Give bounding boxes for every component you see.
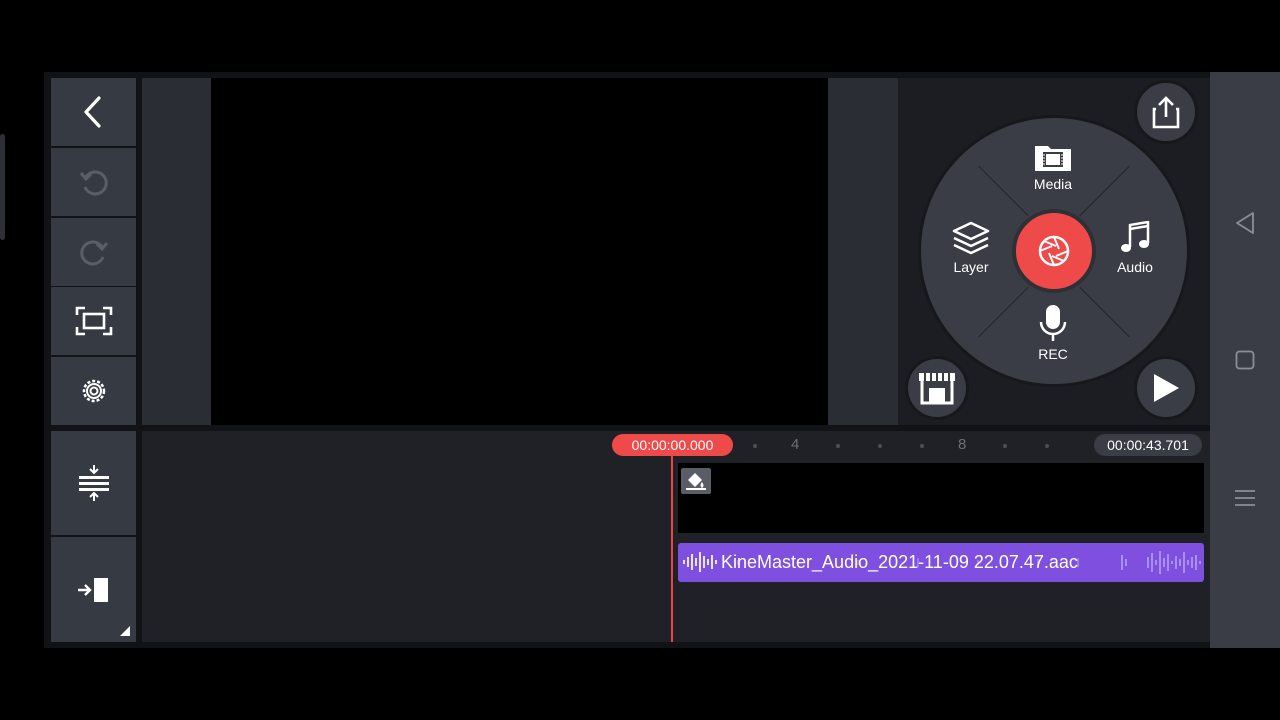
- audio-clip[interactable]: KineMaster_Audio_2021-11-09 22.07.47.aac: [678, 543, 1204, 582]
- timeline-toolbar: [51, 431, 136, 642]
- layer-label: Layer: [953, 259, 989, 275]
- paint-bucket-icon: [686, 473, 706, 490]
- undo-icon: [79, 170, 108, 196]
- jump-to-start-button[interactable]: [51, 537, 136, 642]
- system-navigation-bar: [1210, 72, 1280, 648]
- play-icon: [1154, 374, 1179, 402]
- expand-timeline-button[interactable]: [51, 431, 136, 535]
- media-button[interactable]: Media: [1013, 142, 1093, 192]
- ruler-tick: [753, 444, 757, 448]
- edge-scroll-indicator: [0, 134, 5, 240]
- current-time[interactable]: 00:00:00.000: [612, 434, 733, 456]
- microphone-icon: [1039, 305, 1067, 341]
- ruler-tick: [1003, 444, 1007, 448]
- expand-timeline-icon: [78, 465, 109, 501]
- gear-icon: [82, 379, 105, 403]
- undo-button[interactable]: [51, 148, 136, 216]
- rec-label: REC: [1038, 346, 1068, 362]
- jump-to-start-icon: [77, 577, 108, 602]
- ruler-tick: [878, 444, 882, 448]
- share-icon: [1152, 96, 1180, 129]
- media-label: Media: [1033, 176, 1073, 192]
- ruler-mark-4: 4: [791, 436, 800, 453]
- fullscreen-icon: [75, 306, 112, 336]
- nav-recents-icon[interactable]: [1234, 489, 1256, 507]
- left-toolbar: [51, 78, 136, 425]
- corner-triangle-icon: [120, 626, 130, 636]
- asset-store-button[interactable]: [905, 356, 969, 420]
- ruler-tick: [836, 444, 840, 448]
- store-icon: [919, 373, 955, 405]
- back-button[interactable]: [51, 78, 136, 146]
- audio-clip-name: KineMaster_Audio_2021-11-09 22.07.47.aac: [721, 552, 1078, 572]
- share-button[interactable]: [1134, 80, 1198, 144]
- video-track[interactable]: [678, 463, 1204, 533]
- ruler-tick: [920, 444, 924, 448]
- video-preview[interactable]: [211, 78, 828, 425]
- rec-audio-button[interactable]: REC: [1013, 304, 1093, 362]
- playhead[interactable]: [671, 455, 673, 642]
- total-duration: 00:00:43.701: [1094, 434, 1202, 456]
- layers-icon: [952, 221, 990, 255]
- audio-button[interactable]: Audio: [1095, 221, 1175, 275]
- media-folder-icon: [1035, 146, 1071, 171]
- back-icon: [83, 96, 101, 128]
- play-button[interactable]: [1134, 356, 1198, 420]
- nav-home-icon[interactable]: [1235, 350, 1255, 370]
- settings-button[interactable]: [51, 357, 136, 425]
- fullscreen-button[interactable]: [51, 287, 136, 355]
- background-fill-button[interactable]: [681, 468, 711, 494]
- redo-button[interactable]: [51, 218, 136, 286]
- nav-back-icon[interactable]: [1234, 211, 1256, 235]
- layer-button[interactable]: Layer: [931, 221, 1011, 275]
- record-button[interactable]: [1012, 209, 1096, 293]
- ruler-mark-8: 8: [958, 436, 967, 453]
- redo-icon: [79, 240, 108, 266]
- audio-label: Audio: [1117, 259, 1153, 275]
- camera-aperture-icon: [1038, 235, 1070, 267]
- music-note-icon: [1121, 221, 1150, 252]
- ruler-tick: [1045, 444, 1049, 448]
